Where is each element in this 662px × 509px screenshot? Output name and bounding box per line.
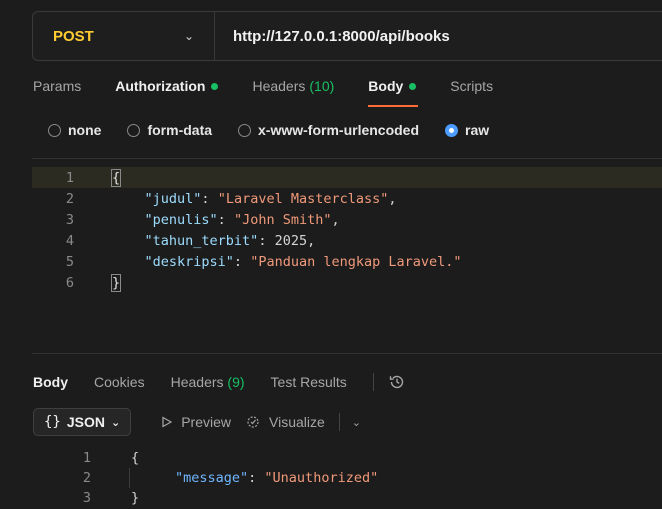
json-value: "Laravel Masterclass" bbox=[217, 190, 389, 207]
visualize-label: Visualize bbox=[269, 414, 325, 430]
radio-form-data[interactable]: form-data bbox=[127, 122, 212, 138]
response-line: 2 "message": "Unauthorized" bbox=[33, 468, 653, 488]
line-number: 3 bbox=[82, 490, 91, 506]
code-line[interactable]: 5 "deskripsi": "Panduan lengkap Laravel.… bbox=[32, 251, 662, 272]
tab-scripts[interactable]: Scripts bbox=[450, 78, 493, 94]
tab-label: Headers bbox=[170, 374, 224, 390]
json-value: "Unauthorized" bbox=[264, 470, 379, 486]
response-tabs: Body Cookies Headers (9) Test Results bbox=[33, 373, 406, 391]
line-number: 1 bbox=[65, 169, 74, 186]
tab-headers[interactable]: Headers (10) bbox=[252, 78, 334, 94]
tab-count: (9) bbox=[227, 374, 245, 390]
code-line[interactable]: 6 } bbox=[32, 272, 662, 293]
line-number: 2 bbox=[82, 470, 91, 486]
line-number: 6 bbox=[65, 274, 74, 291]
line-number: 5 bbox=[65, 253, 74, 270]
line-number: 4 bbox=[65, 232, 74, 249]
chevron-down-icon[interactable]: ⌄ bbox=[352, 416, 361, 429]
tab-authorization[interactable]: Authorization bbox=[115, 78, 219, 94]
request-tabs: Params Authorization Headers (10) Body S… bbox=[33, 78, 527, 108]
response-tab-body[interactable]: Body bbox=[33, 374, 68, 390]
divider bbox=[338, 413, 340, 431]
format-select[interactable]: {} JSON ⌄ bbox=[33, 408, 132, 436]
preview-button[interactable]: Preview bbox=[161, 414, 231, 430]
code-brace: { bbox=[110, 168, 122, 187]
response-line: 1 { bbox=[33, 448, 653, 468]
response-tab-headers[interactable]: Headers (9) bbox=[171, 374, 245, 390]
tab-params[interactable]: Params bbox=[33, 78, 81, 94]
code-brace: } bbox=[131, 490, 140, 506]
json-value: "John Smith" bbox=[233, 211, 332, 228]
code-line[interactable]: 3 "penulis": "John Smith", bbox=[32, 209, 662, 230]
code-line[interactable]: 4 "tahun_terbit": 2025, bbox=[32, 230, 662, 251]
json-punct: , bbox=[307, 232, 316, 249]
json-punct: , bbox=[331, 211, 340, 228]
request-bar: POST ⌄ http://127.0.0.1:8000/api/books bbox=[32, 11, 662, 61]
line-number: 3 bbox=[65, 211, 74, 228]
status-dot-icon bbox=[409, 82, 417, 90]
radio-checked-icon[interactable] bbox=[445, 123, 459, 137]
divider bbox=[372, 373, 374, 391]
line-number: 2 bbox=[65, 190, 74, 207]
visualize-button[interactable]: Visualize bbox=[245, 414, 325, 430]
body-type-options: none form-data x-www-form-urlencoded raw bbox=[48, 122, 515, 138]
play-icon bbox=[162, 416, 173, 428]
json-value: 2025 bbox=[274, 232, 308, 249]
radio-raw[interactable]: raw bbox=[445, 122, 489, 138]
code-brace: } bbox=[110, 273, 122, 292]
response-tab-cookies[interactable]: Cookies bbox=[94, 374, 145, 390]
tab-count: (10) bbox=[309, 78, 335, 94]
radio-urlencoded[interactable]: x-www-form-urlencoded bbox=[238, 122, 419, 138]
response-line: 3 } bbox=[33, 488, 653, 508]
tab-body[interactable]: Body bbox=[368, 78, 419, 107]
visualize-icon bbox=[247, 416, 259, 428]
radio-circle-icon[interactable] bbox=[238, 123, 252, 137]
code-line[interactable]: 1 { bbox=[32, 167, 662, 188]
json-value: "Panduan lengkap Laravel." bbox=[250, 253, 462, 270]
json-punct: , bbox=[388, 190, 397, 207]
divider bbox=[32, 353, 662, 354]
radio-circle-icon[interactable] bbox=[127, 123, 141, 137]
status-dot-icon bbox=[211, 82, 219, 90]
url-input[interactable]: http://127.0.0.1:8000/api/books bbox=[215, 28, 450, 45]
method-select[interactable]: POST ⌄ bbox=[33, 12, 215, 60]
code-line[interactable]: 2 "judul": "Laravel Masterclass", bbox=[32, 188, 662, 209]
tab-label: Headers bbox=[252, 78, 306, 94]
radio-label: form-data bbox=[147, 122, 213, 138]
json-key: "message" bbox=[175, 470, 249, 486]
preview-label: Preview bbox=[181, 414, 231, 430]
radio-circle-icon[interactable] bbox=[48, 123, 61, 137]
request-body-editor[interactable]: 1 { 2 "judul": "Laravel Masterclass", 3 … bbox=[32, 163, 662, 353]
response-toolbar: {} JSON ⌄ Preview Visualize ⌄ bbox=[33, 408, 361, 436]
braces-icon: {} bbox=[44, 414, 61, 430]
chevron-down-icon: ⌄ bbox=[110, 416, 121, 429]
chevron-down-icon: ⌄ bbox=[183, 29, 194, 43]
json-key: "judul" bbox=[144, 190, 202, 207]
radio-label: x-www-form-urlencoded bbox=[258, 122, 420, 138]
line-number: 1 bbox=[82, 450, 91, 466]
radio-none[interactable]: none bbox=[48, 122, 101, 138]
tab-label: Authorization bbox=[115, 78, 206, 94]
divider bbox=[32, 158, 662, 159]
json-key: "tahun_terbit" bbox=[144, 232, 259, 249]
code-brace: { bbox=[131, 450, 140, 466]
radio-label: raw bbox=[465, 122, 490, 138]
history-icon[interactable] bbox=[388, 373, 406, 391]
tab-label: Params bbox=[33, 78, 82, 94]
json-key: "deskripsi" bbox=[144, 253, 234, 270]
json-key: "penulis" bbox=[144, 211, 218, 228]
tab-label: Scripts bbox=[450, 78, 494, 94]
method-label: POST bbox=[53, 27, 94, 45]
response-tab-test-results[interactable]: Test Results bbox=[271, 374, 347, 390]
radio-label: none bbox=[68, 122, 102, 138]
tab-label: Body bbox=[368, 78, 404, 94]
format-label: JSON bbox=[66, 414, 105, 430]
